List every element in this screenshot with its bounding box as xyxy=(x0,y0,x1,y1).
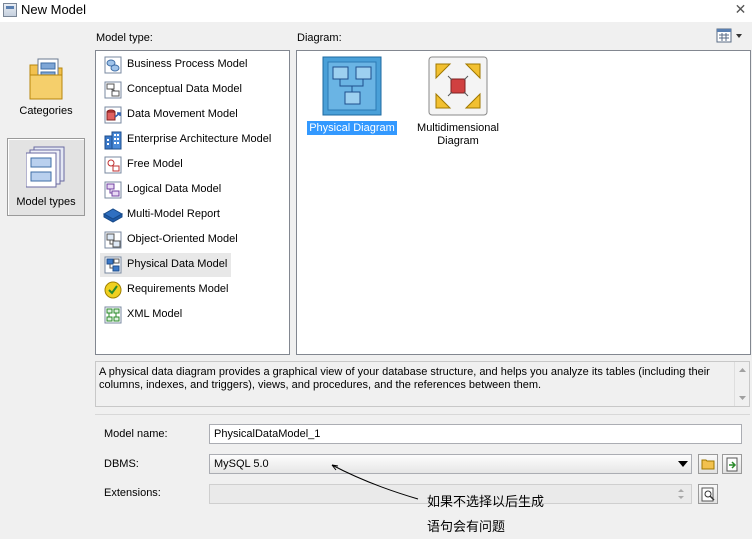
model-type-item-enterprise-architecture[interactable]: Enterprise Architecture Model xyxy=(100,128,286,152)
multi-model-report-icon xyxy=(103,208,123,223)
model-type-item-requirements[interactable]: Requirements Model xyxy=(100,278,286,302)
annotation-line-1: 如果不选择以后生成 xyxy=(427,495,545,510)
diagram-item-physical[interactable]: Physical Diagram xyxy=(302,56,402,146)
conceptual-data-model-icon xyxy=(104,81,122,99)
model-type-item-xml[interactable]: XML Model xyxy=(100,303,286,327)
window-icon xyxy=(3,3,17,17)
chevron-down-icon xyxy=(678,461,688,467)
extensions-browse-button[interactable] xyxy=(698,484,718,504)
description-text: A physical data diagram provides a graph… xyxy=(99,366,710,391)
dbms-properties-button[interactable] xyxy=(722,454,742,474)
model-type-label: Object-Oriented Model xyxy=(127,233,238,245)
diagram-label: Multidimensional Diagram xyxy=(417,122,499,147)
model-type-label: Data Movement Model xyxy=(127,108,238,120)
model-type-label: Enterprise Architecture Model xyxy=(127,133,272,145)
model-type-item-object-oriented[interactable]: Object-Oriented Model xyxy=(100,228,286,252)
open-folder-button[interactable] xyxy=(698,454,718,474)
diagram-item-multidimensional[interactable]: Multidimensional Diagram xyxy=(408,56,508,156)
edit-properties-icon xyxy=(726,457,738,472)
model-type-label: Conceptual Data Model xyxy=(127,83,242,95)
annotation-arrow xyxy=(331,464,419,500)
dbms-label: DBMS: xyxy=(104,458,139,470)
diagram-label: Diagram: xyxy=(297,32,342,44)
spin-arrows-icon xyxy=(678,489,684,499)
model-type-label: Model type: xyxy=(96,32,153,44)
model-types-icon xyxy=(26,146,65,188)
model-type-item-physical-data[interactable]: Physical Data Model xyxy=(100,253,231,277)
nav-model-types-label: Model types xyxy=(16,196,76,208)
annotation-line-2: 语句会有问题 xyxy=(427,520,506,535)
model-type-label: Physical Data Model xyxy=(127,258,228,270)
physical-data-model-icon xyxy=(104,256,122,274)
list-view-icon xyxy=(716,28,742,43)
physical-diagram-icon xyxy=(322,56,382,116)
view-toggle-button[interactable] xyxy=(716,28,746,44)
model-type-item-business-process[interactable]: Business Process Model xyxy=(100,53,286,77)
diagram-label: Physical Diagram xyxy=(307,121,397,135)
description-box: A physical data diagram provides a graph… xyxy=(95,361,750,407)
title-bar: New Model ✕ xyxy=(0,0,752,22)
multidimensional-diagram-icon xyxy=(428,56,488,116)
close-button[interactable]: ✕ xyxy=(729,0,752,20)
model-type-list[interactable]: Business Process Model Conceptual Data M… xyxy=(95,50,290,355)
dbms-value: MySQL 5.0 xyxy=(214,458,269,470)
description-scrollbar[interactable] xyxy=(734,362,749,406)
model-name-input[interactable] xyxy=(210,425,741,443)
window-title: New Model xyxy=(21,2,87,17)
nav-categories-label: Categories xyxy=(19,105,73,117)
free-model-icon xyxy=(104,156,122,174)
model-type-label: Logical Data Model xyxy=(127,183,222,195)
object-oriented-model-icon xyxy=(104,231,122,249)
model-type-label: Multi-Model Report xyxy=(127,208,220,220)
scroll-arrows-icon xyxy=(739,368,746,400)
model-type-label: Free Model xyxy=(127,158,183,170)
folder-icon xyxy=(701,459,715,470)
data-movement-model-icon xyxy=(104,106,122,124)
model-type-label: Requirements Model xyxy=(127,283,229,295)
requirements-model-icon xyxy=(104,281,122,299)
model-name-field[interactable] xyxy=(209,424,742,444)
model-type-item-logical-data[interactable]: Logical Data Model xyxy=(100,178,286,202)
model-type-item-multi-model-report[interactable]: Multi-Model Report xyxy=(100,203,286,227)
nav-model-types-button[interactable]: Model types xyxy=(7,138,85,216)
model-type-label: Business Process Model xyxy=(127,58,248,70)
diagram-panel: Physical Diagram Multidimensional Diagra… xyxy=(296,50,751,355)
dbms-select[interactable]: MySQL 5.0 xyxy=(209,454,692,474)
business-process-model-icon xyxy=(104,56,122,74)
xml-model-icon xyxy=(104,306,122,324)
nav-categories-button[interactable]: Categories xyxy=(7,55,85,133)
model-type-item-free[interactable]: Free Model xyxy=(100,153,286,177)
extensions-label: Extensions: xyxy=(104,487,161,499)
model-type-item-conceptual-data[interactable]: Conceptual Data Model xyxy=(100,78,286,102)
categories-icon xyxy=(29,58,63,100)
model-name-label: Model name: xyxy=(104,428,168,440)
logical-data-model-icon xyxy=(104,181,122,199)
model-type-label: XML Model xyxy=(127,308,183,320)
magnifier-icon xyxy=(701,487,715,502)
model-type-item-data-movement[interactable]: Data Movement Model xyxy=(100,103,286,127)
enterprise-architecture-model-icon xyxy=(104,131,122,150)
